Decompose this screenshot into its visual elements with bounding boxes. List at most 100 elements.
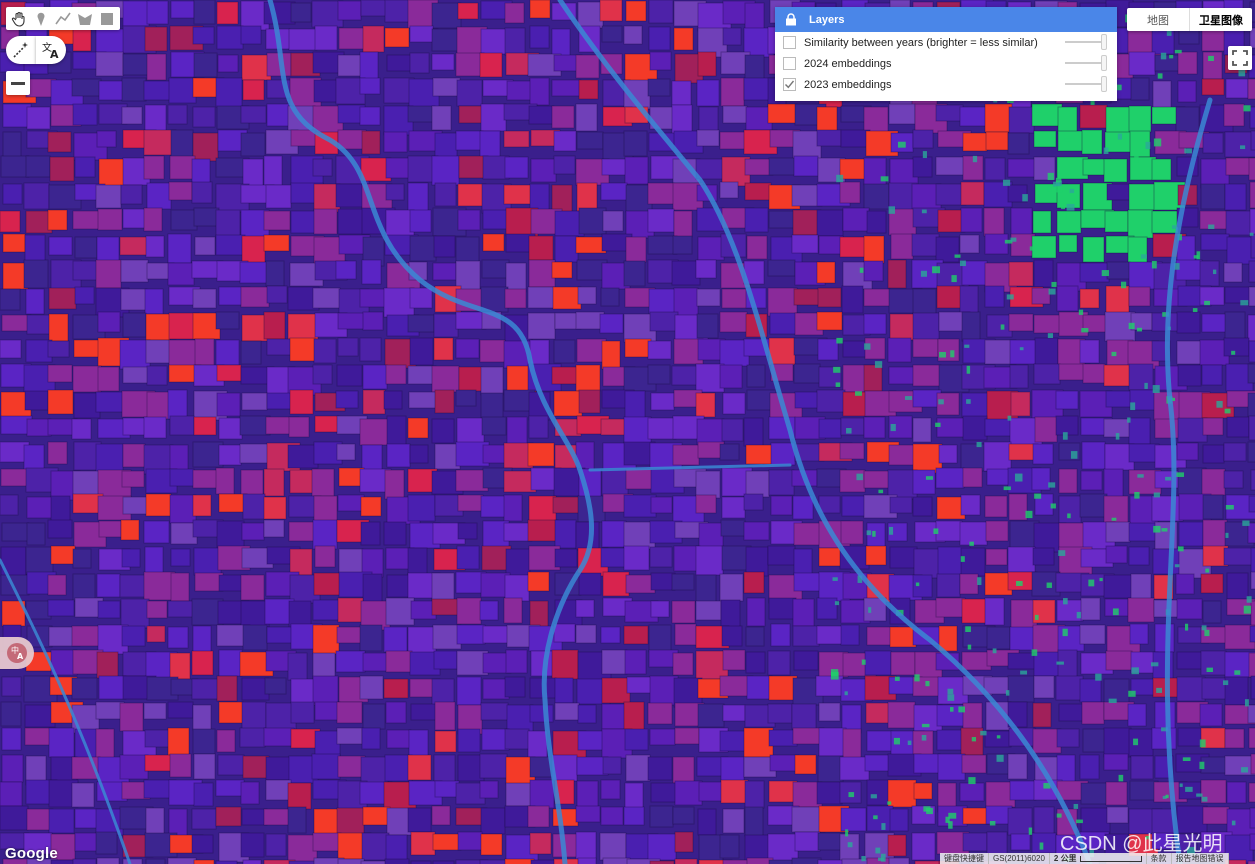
- field-parcel: [674, 727, 700, 745]
- vegetation-speckle: [887, 801, 892, 805]
- vegetation-speckle: [1047, 186, 1052, 192]
- field-parcel: [504, 288, 527, 309]
- rectangle-icon[interactable]: [96, 8, 118, 30]
- field-parcel: [191, 834, 214, 854]
- field-parcel: [1079, 678, 1102, 703]
- field-parcel: [623, 260, 646, 287]
- map-type-satellite-button[interactable]: 卫星图像: [1190, 8, 1252, 31]
- field-parcel: [1202, 600, 1222, 624]
- field-parcel: [722, 704, 746, 722]
- field-parcel: [986, 468, 1012, 486]
- field-parcel: [95, 259, 122, 289]
- terms-link[interactable]: 条款: [1147, 853, 1172, 864]
- vegetation-speckle: [1225, 532, 1229, 538]
- field-parcel: [602, 571, 630, 597]
- field-parcel: [73, 339, 102, 358]
- field-parcel: [336, 727, 363, 745]
- svg-text:A: A: [50, 48, 59, 59]
- field-parcel: [650, 782, 677, 803]
- satellite-map[interactable]: [0, 0, 1255, 864]
- field-parcel: [962, 832, 988, 852]
- opacity-slider-similarity[interactable]: [1065, 34, 1107, 50]
- field-parcel: [960, 181, 985, 206]
- field-parcel: [119, 754, 149, 780]
- field-parcel: [528, 105, 555, 125]
- field-parcel: [529, 600, 549, 629]
- vegetation-speckle: [1007, 415, 1012, 421]
- field-parcel: [1081, 129, 1103, 155]
- layer-checkbox-2023[interactable]: [783, 78, 796, 91]
- field-parcel: [479, 780, 499, 799]
- field-parcel: [624, 156, 649, 185]
- scale-control[interactable]: 2 公里: [1050, 853, 1147, 864]
- field-parcel: [503, 130, 530, 148]
- field-parcel: [167, 701, 194, 719]
- marker-icon[interactable]: [30, 8, 52, 30]
- svg-text:A: A: [17, 652, 24, 661]
- field-parcel: [816, 311, 843, 331]
- vegetation-speckle: [1056, 661, 1064, 665]
- field-parcel: [551, 79, 582, 97]
- field-parcel: [456, 597, 482, 625]
- field-parcel: [217, 754, 245, 776]
- field-parcel: [146, 600, 168, 619]
- layer-checkbox-2024[interactable]: [783, 57, 796, 70]
- field-parcel: [601, 25, 623, 43]
- field-parcel: [697, 808, 717, 836]
- zoom-out-button[interactable]: [6, 71, 30, 95]
- field-parcel: [169, 468, 195, 487]
- vegetation-speckle: [1216, 400, 1223, 408]
- field-parcel: [1034, 416, 1058, 443]
- vegetation-speckle: [1069, 188, 1075, 194]
- vegetation-speckle: [868, 607, 872, 613]
- field-parcel: [674, 858, 698, 864]
- lock-icon[interactable]: [785, 13, 797, 26]
- map-type-map-button[interactable]: 地图: [1127, 8, 1190, 31]
- field-parcel: [600, 806, 624, 826]
- field-parcel: [1247, 78, 1255, 100]
- field-parcel: [0, 781, 23, 807]
- field-parcel: [337, 0, 362, 21]
- vegetation-speckle: [971, 737, 977, 742]
- field-parcel: [216, 25, 244, 50]
- vegetation-speckle: [996, 754, 1004, 762]
- layers-header[interactable]: Layers: [775, 7, 1117, 32]
- vegetation-speckle: [954, 254, 961, 258]
- field-parcel: [794, 391, 820, 409]
- field-parcel: [1008, 106, 1035, 134]
- field-parcel: [482, 233, 505, 252]
- polygon-icon[interactable]: [74, 8, 96, 30]
- field-parcel: [1105, 285, 1130, 316]
- layer-checkbox-similarity[interactable]: [783, 36, 796, 49]
- hand-icon[interactable]: [8, 8, 30, 30]
- field-parcel: [479, 859, 509, 864]
- slider-knob[interactable]: [1101, 55, 1107, 71]
- field-parcel: [864, 754, 891, 772]
- field-parcel: [1223, 470, 1244, 489]
- translate-button[interactable]: 文 A: [36, 36, 66, 64]
- field-parcel: [263, 519, 285, 538]
- fullscreen-button[interactable]: [1228, 46, 1252, 70]
- field-parcel: [169, 155, 196, 180]
- slider-knob[interactable]: [1101, 76, 1107, 92]
- field-parcel: [1176, 598, 1203, 620]
- field-parcel: [72, 103, 98, 126]
- keyboard-shortcuts-link[interactable]: 键盘快捷键: [940, 853, 989, 864]
- field-parcel: [263, 1, 296, 25]
- field-parcel: [527, 442, 555, 467]
- polyline-icon[interactable]: [52, 8, 74, 30]
- field-parcel: [192, 288, 217, 309]
- report-error-link[interactable]: 报告地图错误: [1172, 853, 1229, 864]
- field-parcel: [722, 808, 745, 834]
- field-parcel: [890, 651, 916, 676]
- field-parcel: [1248, 495, 1255, 513]
- field-parcel: [455, 338, 480, 359]
- opacity-slider-2023[interactable]: [1065, 76, 1107, 92]
- field-parcel: [600, 287, 620, 307]
- side-translate-tab[interactable]: 中 A: [0, 637, 34, 669]
- magic-wand-button[interactable]: [6, 36, 36, 64]
- field-parcel: [1008, 261, 1034, 287]
- opacity-slider-2024[interactable]: [1065, 55, 1107, 71]
- field-parcel: [888, 103, 916, 125]
- slider-knob[interactable]: [1101, 34, 1107, 50]
